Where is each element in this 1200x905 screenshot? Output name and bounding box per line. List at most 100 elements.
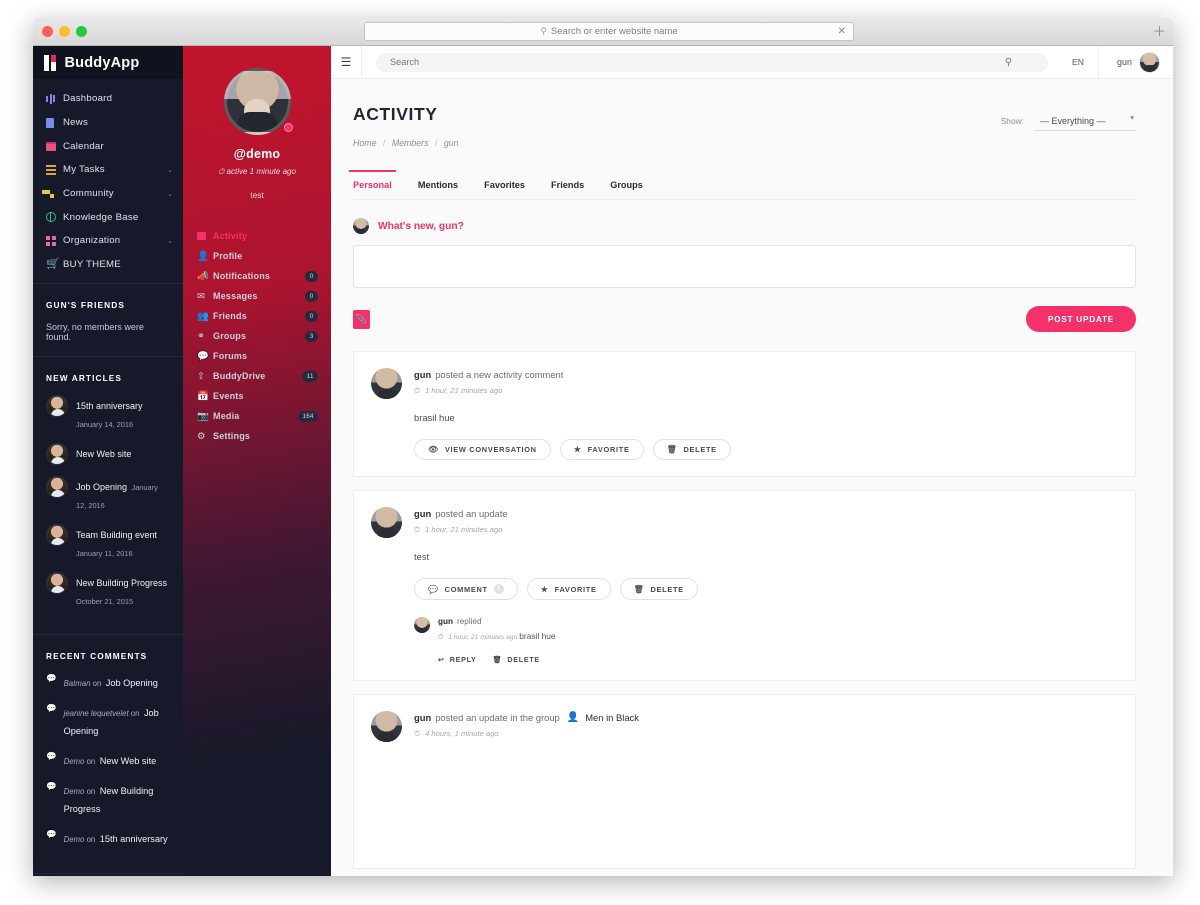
url-clear-icon[interactable]: ✕ xyxy=(838,26,846,37)
post-author[interactable]: gun xyxy=(414,369,431,380)
comment-item[interactable]: 💬 Batman on Job Opening xyxy=(46,673,170,691)
comment-author: Demo xyxy=(63,756,85,766)
avatar[interactable] xyxy=(223,68,291,135)
comment-item[interactable]: 💬 Demo on New Building Progress xyxy=(46,781,170,817)
tab-groups[interactable]: Groups xyxy=(610,174,643,190)
action-label: DELETE xyxy=(507,655,540,664)
window-controls[interactable] xyxy=(42,26,87,37)
profile-nav-events[interactable]: 📅 Events xyxy=(183,386,331,406)
reply-author[interactable]: gun xyxy=(438,617,453,626)
post-group-name[interactable]: Men in Black xyxy=(585,712,639,723)
profile-nav-media[interactable]: 📷 Media 164 xyxy=(183,406,331,426)
favorite-button[interactable]: ★ FAVORITE xyxy=(526,578,611,600)
activity-feed: gun posted a new activity comment ⏱ 1 ho… xyxy=(353,351,1136,869)
avatar[interactable] xyxy=(414,617,430,633)
article-item[interactable]: Team Building event January 11, 2016 xyxy=(46,523,170,561)
profile-nav-profile[interactable]: 👤 Profile xyxy=(183,246,331,266)
main-content: ☰ ⚲ EN gun ACTIVITY Show: — Ever xyxy=(331,46,1173,876)
maximize-window-button[interactable] xyxy=(76,26,87,37)
brand-logo[interactable]: BuddyApp xyxy=(33,46,183,79)
post-timestamp: 1 hour, 21 minutes ago xyxy=(425,525,503,534)
profile-nav-friends[interactable]: 👥 Friends 0 xyxy=(183,306,331,326)
post-update-button[interactable]: POST UPDATE xyxy=(1025,306,1136,332)
minimize-window-button[interactable] xyxy=(59,26,70,37)
action-label: DELETE xyxy=(650,584,684,594)
sidebar-item-community[interactable]: Community ⌄ xyxy=(33,182,183,206)
sidebar-item-label: Dashboard xyxy=(63,93,113,105)
profile-nav-label: Events xyxy=(213,391,244,401)
sliders-icon xyxy=(46,93,63,104)
sidebar-item-organization[interactable]: Organization ⌄ xyxy=(33,229,183,253)
composer-input[interactable] xyxy=(353,245,1136,288)
delete-reply-button[interactable]: 🗑 DELETE xyxy=(493,655,540,664)
profile-nav-notifications[interactable]: 📣 Notifications 0 xyxy=(183,266,331,286)
show-select[interactable]: — Everything — xyxy=(1034,114,1136,131)
reply-timestamp: 1 hour, 21 minutes ago xyxy=(448,634,518,641)
main-sidebar: BuddyApp Dashboard News Calendar My Task… xyxy=(33,46,183,876)
search-input[interactable] xyxy=(376,52,1049,72)
tab-mentions[interactable]: Mentions xyxy=(418,174,458,190)
profile-nav-label: Notifications xyxy=(213,271,271,281)
post-author[interactable]: gun xyxy=(414,712,431,723)
breadcrumb-members[interactable]: Members xyxy=(392,138,429,148)
tab-favorites[interactable]: Favorites xyxy=(484,174,525,190)
view-conversation-button[interactable]: 👁 VIEW CONVERSATION xyxy=(414,439,551,460)
profile-handle: @demo xyxy=(233,147,281,161)
sidebar-item-label: BUY THEME xyxy=(63,259,121,271)
list-icon[interactable]: ☰ xyxy=(331,46,362,78)
post-author[interactable]: gun xyxy=(414,508,431,519)
tab-personal[interactable]: Personal xyxy=(349,170,396,190)
avatar[interactable] xyxy=(1139,51,1160,73)
avatar[interactable] xyxy=(371,368,402,399)
sidebar-item-buy-theme[interactable]: 🛒 BUY THEME xyxy=(33,253,183,277)
primary-navigation: Dashboard News Calendar My Tasks ⌄ Commu… xyxy=(33,79,183,283)
friends-empty-text: Sorry, no members were found. xyxy=(46,321,144,342)
url-bar[interactable]: ⚲ Search or enter website name ✕ xyxy=(364,22,854,41)
close-window-button[interactable] xyxy=(42,26,53,37)
search-icon[interactable]: ⚲ xyxy=(1005,57,1012,68)
article-item[interactable]: New Web site xyxy=(46,442,170,465)
favorite-button[interactable]: ★ FAVORITE xyxy=(559,439,644,460)
comment-button[interactable]: 💬 COMMENT 1 xyxy=(414,578,518,600)
reply-button[interactable]: ↩ REPLY xyxy=(438,655,477,664)
delete-button[interactable]: 🗑 DELETE xyxy=(652,439,731,460)
comment-item[interactable]: 💬 Demo on 15th anniversary xyxy=(46,829,170,847)
post-actions: 👁 VIEW CONVERSATION ★ FAVORITE 🗑 DELETE xyxy=(414,439,1117,460)
sidebar-item-news[interactable]: News xyxy=(33,111,183,135)
article-date: October 21, 2015 xyxy=(76,596,134,606)
composer-toolbar: 📎 POST UPDATE xyxy=(353,306,1136,332)
comment-item[interactable]: 💬 Demo on New Web site xyxy=(46,751,170,769)
avatar[interactable] xyxy=(371,711,402,742)
sidebar-item-knowledge-base[interactable]: Knowledge Base xyxy=(33,205,183,229)
sidebar-item-dashboard[interactable]: Dashboard xyxy=(33,87,183,111)
profile-nav-messages[interactable]: ✉ Messages 0 xyxy=(183,286,331,306)
breadcrumb-home[interactable]: Home xyxy=(353,138,376,148)
sidebar-item-label: Calendar xyxy=(63,140,104,152)
post-action: posted a new activity comment xyxy=(435,369,564,380)
activity-tabs: Personal Mentions Favorites Friends Grou… xyxy=(349,170,1136,200)
user-menu[interactable]: gun xyxy=(1099,51,1173,73)
sidebar-item-calendar[interactable]: Calendar xyxy=(33,134,183,158)
article-item[interactable]: 15th anniversary January 14, 2016 xyxy=(46,394,170,432)
browser-window: ⚲ Search or enter website name ✕ ＋ Buddy… xyxy=(33,18,1173,876)
attachment-icon[interactable]: 📎 xyxy=(353,309,370,329)
profile-nav-forums[interactable]: 💬 Forums xyxy=(183,346,331,366)
new-tab-button[interactable]: ＋ xyxy=(1153,25,1166,38)
article-item[interactable]: Job Opening January 12, 2016 xyxy=(46,475,170,513)
recent-comments-widget: RECENT COMMENTS 💬 Batman on Job Opening … xyxy=(33,633,183,873)
language-selector[interactable]: EN xyxy=(1058,46,1099,78)
comment-item[interactable]: 💬 jeanine lequetvelet on Job Opening xyxy=(46,703,170,739)
profile-nav-settings[interactable]: ⚙ Settings xyxy=(183,426,331,446)
sidebar-item-my-tasks[interactable]: My Tasks ⌄ xyxy=(33,158,183,182)
delete-button[interactable]: 🗑 DELETE xyxy=(619,578,698,600)
article-item[interactable]: New Building Progress October 21, 2015 xyxy=(46,571,170,609)
profile-nav-buddydrive[interactable]: ⇧ BuddyDrive 11 xyxy=(183,366,331,386)
profile-nav-label: Profile xyxy=(213,251,243,261)
article-thumbnail xyxy=(46,523,68,546)
tab-friends[interactable]: Friends xyxy=(551,174,584,190)
avatar[interactable] xyxy=(371,507,402,538)
post-body: brasil hue xyxy=(414,412,455,423)
profile-nav-groups[interactable]: ⚭ Groups 3 xyxy=(183,326,331,346)
profile-nav-activity[interactable]: Activity xyxy=(183,226,331,246)
comment-count-badge: 1 xyxy=(493,584,504,594)
